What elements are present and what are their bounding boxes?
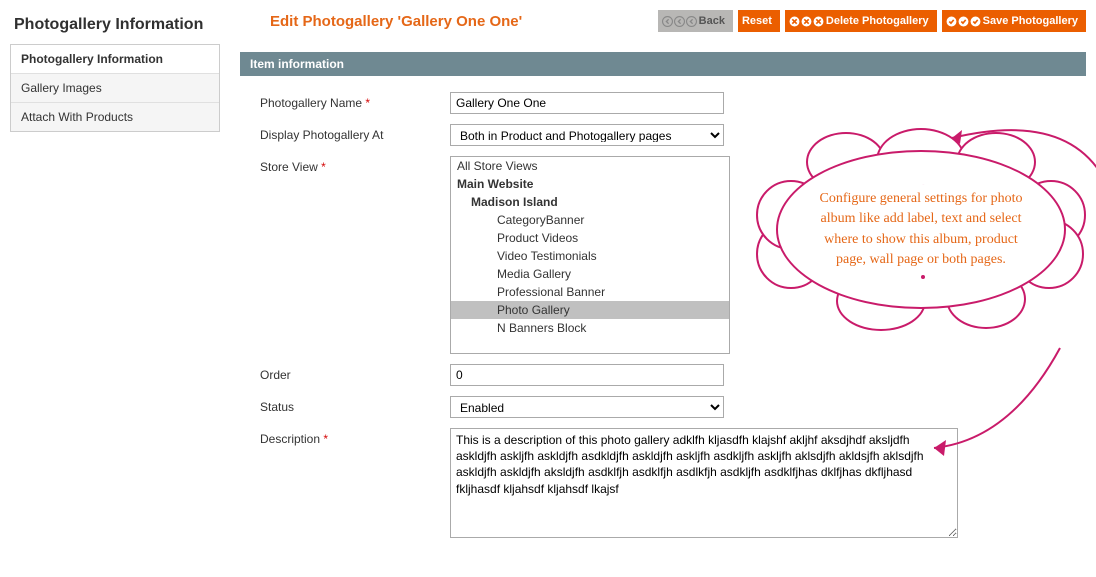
form-body: Photogallery Name * Display Photogallery…	[240, 76, 1086, 567]
store-view-option[interactable]: All Store Views	[451, 157, 729, 175]
section-header: Item information	[240, 52, 1086, 76]
save-button[interactable]: Save Photogallery	[942, 10, 1086, 32]
tab-gallery-images[interactable]: Gallery Images	[11, 74, 219, 103]
store-view-option[interactable]: N Banners Block	[451, 319, 729, 337]
store-view-option[interactable]: Product Videos	[451, 229, 729, 247]
status-select[interactable]: Enabled	[450, 396, 724, 418]
store-view-label: Store View *	[260, 156, 450, 174]
description-label: Description *	[260, 428, 450, 446]
field-description: Description *	[260, 428, 1066, 541]
field-store-view: Store View * All Store ViewsMain Website…	[260, 156, 1066, 354]
tab-attach-with-products[interactable]: Attach With Products	[11, 103, 219, 131]
order-label: Order	[260, 364, 450, 382]
field-name: Photogallery Name *	[260, 92, 1066, 114]
content: Edit Photogallery 'Gallery One One' Back…	[240, 10, 1086, 567]
store-view-option[interactable]: Media Gallery	[451, 265, 729, 283]
delete-icon	[789, 16, 824, 27]
back-button[interactable]: Back	[658, 10, 733, 32]
sidebar-title: Photogallery Information	[10, 10, 220, 45]
status-label: Status	[260, 396, 450, 414]
field-display-at: Display Photogallery At Both in Product …	[260, 124, 1066, 146]
store-view-multiselect[interactable]: All Store ViewsMain WebsiteMadison Islan…	[450, 156, 730, 354]
store-view-option[interactable]: Main Website	[451, 175, 729, 193]
header-row: Edit Photogallery 'Gallery One One' Back…	[240, 10, 1086, 32]
reset-button[interactable]: Reset	[738, 10, 780, 32]
display-at-label: Display Photogallery At	[260, 124, 450, 142]
sidebar-tabs: Photogallery Information Gallery Images …	[10, 45, 220, 132]
save-icon	[946, 16, 981, 27]
store-view-option[interactable]: CategoryBanner	[451, 211, 729, 229]
field-order: Order	[260, 364, 1066, 386]
order-input[interactable]	[450, 364, 724, 386]
button-row: Back Reset Delete Photogallery	[658, 10, 1086, 32]
sidebar: Photogallery Information Photogallery In…	[10, 10, 220, 567]
display-at-select[interactable]: Both in Product and Photogallery pages	[450, 124, 724, 146]
field-status: Status Enabled	[260, 396, 1066, 418]
store-view-option[interactable]: Professional Banner	[451, 283, 729, 301]
back-icon	[662, 16, 697, 27]
name-input[interactable]	[450, 92, 724, 114]
name-label: Photogallery Name *	[260, 92, 450, 110]
page-title: Edit Photogallery 'Gallery One One'	[240, 13, 522, 30]
tab-photogallery-information[interactable]: Photogallery Information	[11, 45, 219, 74]
store-view-option[interactable]: Madison Island	[451, 193, 729, 211]
description-textarea[interactable]	[450, 428, 958, 538]
store-view-option[interactable]: Photo Gallery	[451, 301, 729, 319]
store-view-option[interactable]: Video Testimonials	[451, 247, 729, 265]
delete-button[interactable]: Delete Photogallery	[785, 10, 937, 32]
